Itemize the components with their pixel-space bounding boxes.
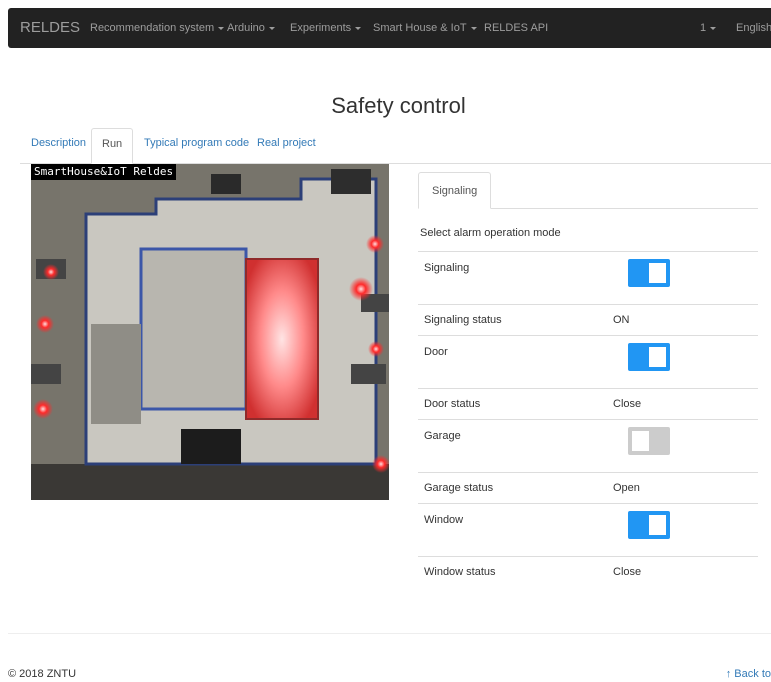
window-status-value: Close xyxy=(613,566,642,578)
tab-real-project[interactable]: Real project xyxy=(257,137,316,149)
user-label: 1 xyxy=(700,22,707,34)
door-toggle[interactable] xyxy=(628,343,670,371)
door-row: Door xyxy=(418,335,758,388)
toggle-knob xyxy=(649,347,666,367)
tab-typical-program-code[interactable]: Typical program code xyxy=(144,137,249,149)
caret-down-icon xyxy=(268,26,275,30)
signaling-status-value: ON xyxy=(613,314,630,326)
camera-image xyxy=(31,164,389,500)
nav-smart-house-iot[interactable]: Smart House & IoT xyxy=(373,22,477,34)
top-navbar: RELDES Recommendation system Arduino Exp… xyxy=(8,8,771,48)
caret-down-icon xyxy=(355,26,362,30)
row-label: Door status xyxy=(424,398,481,410)
window-row: Window xyxy=(418,503,758,556)
row-label: Window status xyxy=(424,566,496,578)
footer-divider xyxy=(8,633,771,634)
caret-down-icon xyxy=(710,26,717,30)
camera-caption: SmartHouse&IoT Reldes xyxy=(31,164,177,180)
tab-run[interactable]: Run xyxy=(91,128,134,164)
garage-status-row: Garage status Open xyxy=(418,472,758,503)
row-label: Signaling status xyxy=(424,314,502,326)
brand-logo[interactable]: RELDES xyxy=(20,19,80,36)
nav-label: Smart House & IoT xyxy=(373,22,467,34)
row-label: Window xyxy=(424,514,464,526)
toggle-knob xyxy=(649,515,666,535)
signaling-toggle[interactable] xyxy=(628,259,670,287)
row-label: Garage xyxy=(424,430,461,442)
row-label: Signaling xyxy=(424,262,470,274)
toggle-knob xyxy=(649,263,666,283)
mode-label: Select alarm operation mode xyxy=(420,227,561,239)
language-selector[interactable]: English xyxy=(736,22,771,34)
nav-reldes-api[interactable]: RELDES API xyxy=(484,22,548,34)
page-title: Safety control xyxy=(331,93,466,118)
camera-feed: SmartHouse&IoT Reldes xyxy=(31,164,389,500)
garage-toggle[interactable] xyxy=(628,427,670,455)
window-status-row: Window status Close xyxy=(418,556,758,587)
nav-label: Experiments xyxy=(290,22,352,34)
nav-label: Arduino xyxy=(227,22,265,34)
panel-tab-bar: Signaling xyxy=(418,172,758,209)
garage-status-value: Open xyxy=(613,482,640,494)
nav-recommendation-system[interactable]: Recommendation system xyxy=(90,22,225,34)
tab-bar: Description Run Typical program code Rea… xyxy=(20,128,771,164)
copyright: © 2018 ZNTU xyxy=(8,668,77,680)
garage-row: Garage xyxy=(418,419,758,472)
alarm-control-panel: Signaling Select alarm operation mode Si… xyxy=(418,172,758,587)
user-menu[interactable]: 1 xyxy=(700,22,717,34)
door-status-value: Close xyxy=(613,398,642,410)
tab-description[interactable]: Description xyxy=(31,137,86,149)
window-toggle[interactable] xyxy=(628,511,670,539)
nav-label: RELDES API xyxy=(484,22,549,34)
signaling-row: Signaling xyxy=(418,251,758,304)
toggle-knob xyxy=(632,431,649,451)
signaling-status-row: Signaling status ON xyxy=(418,304,758,335)
door-status-row: Door status Close xyxy=(418,388,758,419)
back-to-top-link[interactable]: ↑ Back to xyxy=(726,668,771,680)
row-label: Garage status xyxy=(424,482,494,494)
row-label: Door xyxy=(424,346,448,358)
nav-label: Recommendation system xyxy=(90,22,215,34)
nav-arduino[interactable]: Arduino xyxy=(227,22,275,34)
caret-down-icon xyxy=(470,26,477,30)
tab-signaling[interactable]: Signaling xyxy=(418,172,492,209)
nav-experiments[interactable]: Experiments xyxy=(290,22,362,34)
caret-down-icon xyxy=(218,26,225,30)
